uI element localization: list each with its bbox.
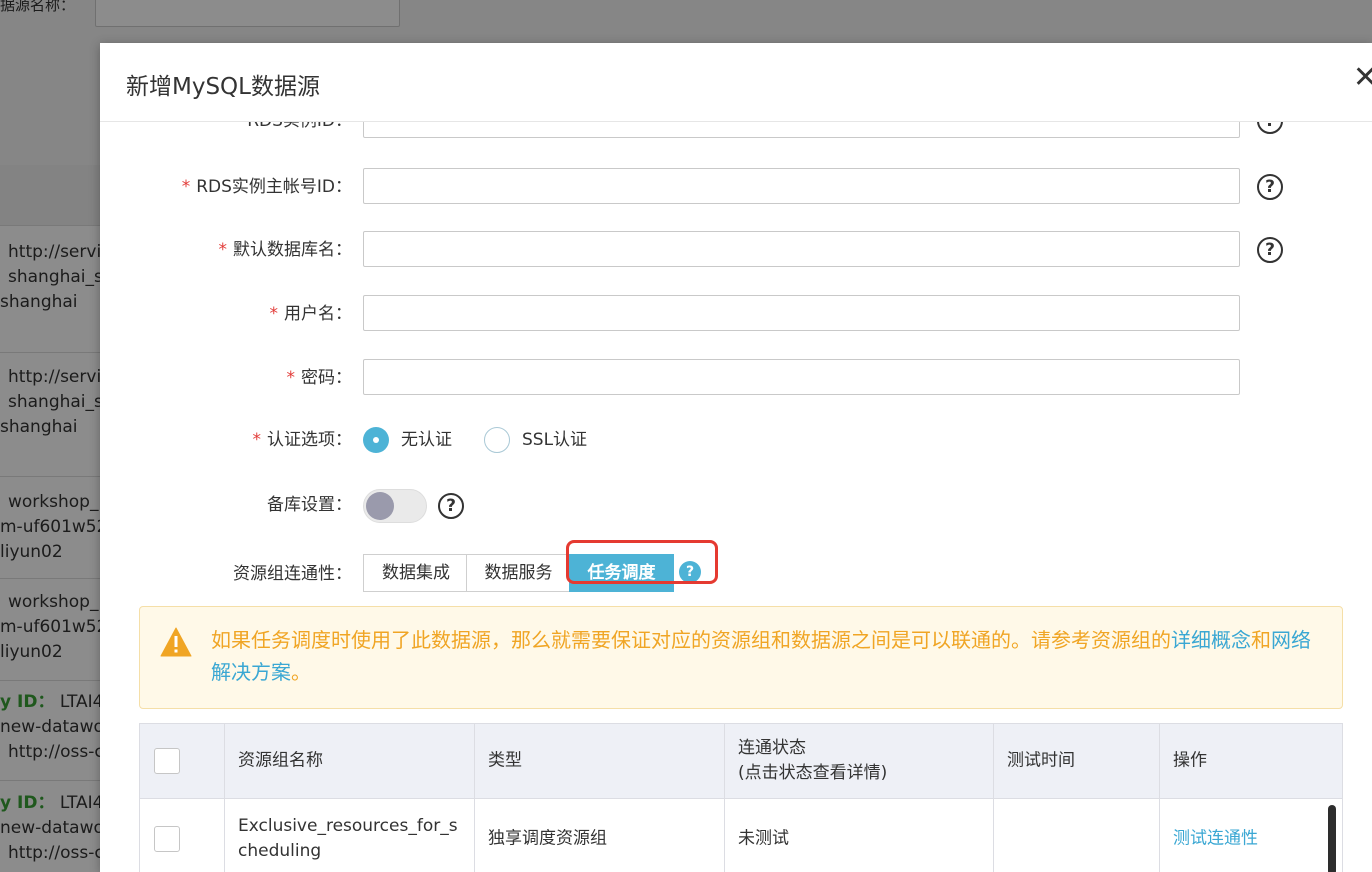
form-row-default-db: * 默认数据库名： ?	[100, 230, 1372, 270]
resource-group-name: Exclusive_resources_for_scheduling	[238, 815, 458, 861]
dialog-header: 新增MySQL数据源 ✕	[100, 43, 1372, 122]
add-mysql-datasource-dialog: *RDS实例ID： ? 新增MySQL数据源 ✕ *RDS实例主帐号ID： ? …	[100, 43, 1372, 872]
username-label: * 用户名：	[269, 304, 353, 324]
table-header: 资源组名称 类型 连通状态 (点击状态查看详情) 测试时间 操作	[139, 723, 1343, 799]
radio-no-auth[interactable]	[363, 427, 389, 453]
alert-message: 如果任务调度时使用了此数据源，那么就需要保证对应的资源组和数据源之间是可以联通的…	[211, 625, 1311, 689]
help-icon[interactable]: ?	[1257, 237, 1283, 263]
header-type: 类型	[488, 750, 522, 771]
standby-toggle[interactable]	[363, 489, 427, 523]
alert-text: 。	[291, 662, 311, 684]
rds-account-label: * RDS实例主帐号ID：	[181, 177, 352, 197]
help-icon[interactable]: ?	[438, 493, 464, 519]
header-status-line: (点击状态查看详情)	[738, 763, 888, 783]
radio-no-auth-label[interactable]: 无认证	[401, 420, 452, 460]
header-cell: 操作	[1160, 724, 1344, 798]
table-row: Exclusive_resources_for_scheduling 独享调度资…	[139, 799, 1343, 872]
password-input[interactable]	[363, 359, 1240, 395]
row-select-cell	[140, 799, 225, 872]
default-db-label: * 默认数据库名：	[218, 240, 353, 260]
connectivity-label: 资源组连通性：	[233, 564, 352, 584]
alert-text: 如果任务调度时使用了此数据源，那么就需要保证对应的资源组和数据源之间是可以联通的…	[211, 630, 1171, 652]
auth-label: * 认证选项：	[252, 430, 353, 450]
password-label: * 密码：	[286, 368, 353, 388]
connectivity-status[interactable]: 未测试	[738, 826, 985, 851]
header-test-time: 测试时间	[1007, 750, 1075, 771]
header-cell: 测试时间	[994, 724, 1160, 798]
cell-name: Exclusive_resources_for_scheduling	[225, 799, 475, 872]
close-icon[interactable]: ✕	[1353, 63, 1372, 93]
scrollbar[interactable]	[1328, 805, 1336, 872]
resource-group-type: 独享调度资源组	[488, 828, 607, 848]
header-select-cell	[140, 724, 225, 798]
warning-icon	[160, 627, 192, 657]
header-status: 连通状态 (点击状态查看详情)	[738, 736, 985, 786]
form-row-auth: * 认证选项： 无认证 SSL认证	[100, 420, 1372, 460]
header-resource-group-name: 资源组名称	[238, 750, 323, 771]
warning-alert: 如果任务调度时使用了此数据源，那么就需要保证对应的资源组和数据源之间是可以联通的…	[139, 606, 1343, 709]
radio-ssl-auth-label[interactable]: SSL认证	[522, 420, 587, 460]
form-row-rds-account: * RDS实例主帐号ID： ?	[100, 167, 1372, 207]
cell-action: 测试连通性	[1160, 799, 1344, 872]
header-status-line: 连通状态	[738, 738, 806, 758]
dialog-title: 新增MySQL数据源	[126, 74, 320, 100]
standby-label: 备库设置：	[267, 495, 352, 515]
form-row-password: * 密码：	[100, 358, 1372, 398]
toggle-knob	[366, 492, 394, 520]
header-cell: 类型	[475, 724, 725, 798]
form-row-username: * 用户名：	[100, 294, 1372, 334]
link-detailed-concept[interactable]: 详细概念	[1171, 630, 1251, 652]
header-cell: 连通状态 (点击状态查看详情)	[725, 724, 994, 798]
tab-data-service[interactable]: 数据服务	[466, 554, 571, 592]
default-db-input[interactable]	[363, 231, 1240, 267]
help-icon[interactable]: ?	[1257, 174, 1283, 200]
cell-test-time	[994, 799, 1160, 872]
username-input[interactable]	[363, 295, 1240, 331]
test-connectivity-link[interactable]: 测试连通性	[1173, 826, 1336, 851]
cell-type: 独享调度资源组	[475, 799, 725, 872]
cell-status: 未测试	[725, 799, 994, 872]
alert-text: 和	[1251, 630, 1271, 652]
row-checkbox[interactable]	[154, 825, 180, 852]
form-row-standby: 备库设置： ?	[100, 485, 1372, 525]
form-row-connectivity: 资源组连通性： 数据集成 数据服务 任务调度 ?	[100, 554, 1372, 594]
header-cell: 资源组名称	[225, 724, 475, 798]
rds-account-input[interactable]	[363, 168, 1240, 204]
highlight-annotation	[566, 540, 718, 584]
radio-ssl-auth[interactable]	[484, 427, 510, 453]
header-action: 操作	[1173, 750, 1207, 771]
select-all-checkbox[interactable]	[154, 748, 180, 774]
tab-data-integration[interactable]: 数据集成	[363, 554, 469, 592]
